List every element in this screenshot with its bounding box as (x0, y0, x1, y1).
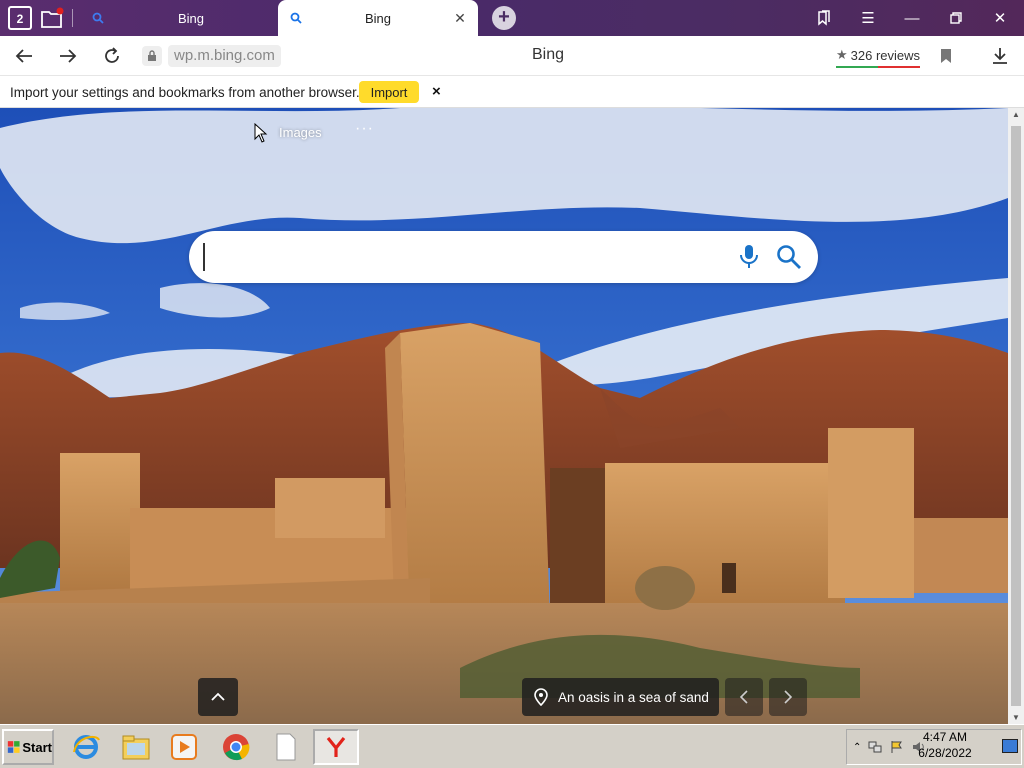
image-caption-text: An oasis in a sea of sand (558, 689, 709, 705)
minimize-icon[interactable]: — (900, 6, 924, 30)
chevron-up-icon (211, 692, 225, 701)
media-player-icon[interactable] (166, 729, 202, 765)
internet-explorer-icon[interactable] (68, 729, 104, 765)
bookmarks-panel-icon[interactable] (812, 6, 836, 30)
chevron-right-icon (784, 690, 793, 704)
close-tab-icon[interactable]: ✕ (452, 10, 468, 26)
arrow-left-icon (15, 49, 32, 63)
search-box[interactable] (189, 231, 818, 283)
more-options-icon[interactable]: ··· (355, 120, 374, 138)
blank-document-icon[interactable] (268, 729, 304, 765)
mouse-cursor-icon (254, 123, 268, 143)
bing-favicon-icon (90, 10, 106, 26)
action-center-flag-icon[interactable] (889, 739, 905, 755)
image-caption-button[interactable]: An oasis in a sea of sand (522, 678, 719, 716)
bing-homepage: Images ··· An oasis in a sea of sand (0, 108, 1008, 724)
start-button[interactable]: Start (2, 729, 54, 765)
chevron-left-icon (739, 690, 748, 704)
home-tabs-icon: 2 (8, 6, 32, 30)
background-photo (0, 108, 1008, 724)
back-button[interactable] (12, 44, 36, 68)
location-pin-icon (534, 688, 548, 706)
tab-count: 2 (16, 12, 24, 26)
downloads-button[interactable] (988, 44, 1012, 68)
address-bar: wp.m.bing.com Bing ★ 326 reviews (0, 36, 1024, 76)
tab-bing-2-active[interactable]: Bing ✕ (278, 0, 478, 36)
yandex-browser-icon[interactable] (313, 729, 359, 765)
url-field[interactable]: wp.m.bing.com (142, 45, 281, 67)
reviews-badge[interactable]: ★ 326 reviews (836, 46, 921, 68)
vertical-scrollbar[interactable]: ▲ ▼ (1008, 108, 1024, 724)
scrollbar-thumb[interactable] (1011, 126, 1021, 706)
download-icon (993, 48, 1007, 64)
show-desktop-icon[interactable] (1002, 739, 1018, 753)
tab-strip: 2 Bing Bing ✕ + ☰ — ✕ (0, 0, 1024, 36)
previous-image-button[interactable] (725, 678, 763, 716)
search-input[interactable] (203, 243, 723, 271)
windows-logo-icon (7, 741, 20, 753)
new-tab-button[interactable]: + (492, 6, 516, 30)
url-text[interactable]: wp.m.bing.com (168, 45, 281, 67)
import-button[interactable]: Import (359, 81, 419, 103)
chrome-icon[interactable] (218, 729, 254, 765)
new-window-button[interactable] (38, 4, 66, 32)
restore-icon[interactable] (944, 6, 968, 30)
bookmark-icon (941, 49, 951, 63)
taskbar: Start ⌃ 4:47 AM 6/28/2022 (0, 724, 1024, 768)
network-icon[interactable] (867, 739, 883, 755)
page-title: Bing (531, 46, 565, 63)
lock-icon[interactable] (142, 46, 162, 66)
scroll-up-button[interactable] (198, 678, 238, 716)
folder-plus-icon (41, 7, 64, 28)
clock-date: 6/28/2022 (918, 746, 972, 760)
tab-title: Bing (364, 10, 392, 26)
file-explorer-icon[interactable] (118, 729, 154, 765)
menu-icon[interactable]: ☰ (856, 6, 880, 30)
tab-counter-button[interactable]: 2 (6, 4, 34, 32)
tab-separator (72, 9, 73, 27)
next-image-button[interactable] (769, 678, 807, 716)
reload-icon (105, 47, 119, 63)
reviews-label: 326 reviews (850, 47, 921, 63)
close-window-icon[interactable]: ✕ (988, 6, 1012, 30)
microphone-icon[interactable] (738, 244, 760, 270)
search-icon[interactable] (776, 244, 802, 270)
close-banner-icon[interactable]: × (432, 83, 441, 100)
clock[interactable]: 4:47 AM 6/28/2022 (918, 729, 972, 761)
bing-favicon-icon (288, 10, 304, 26)
scroll-up-arrow-icon[interactable]: ▲ (1012, 110, 1020, 119)
arrow-right-icon (60, 49, 77, 63)
forward-button[interactable] (56, 44, 80, 68)
reload-button[interactable] (100, 44, 124, 68)
images-link[interactable]: Images (279, 125, 322, 140)
import-banner: Import your settings and bookmarks from … (0, 77, 1024, 108)
clock-time: 4:47 AM (922, 730, 968, 744)
bookmark-button[interactable] (934, 44, 958, 68)
scroll-down-arrow-icon[interactable]: ▼ (1012, 713, 1020, 722)
tray-expand-icon[interactable]: ⌃ (853, 742, 861, 753)
star-icon: ★ (836, 47, 848, 62)
start-label: Start (22, 739, 52, 755)
import-banner-text: Import your settings and bookmarks from … (10, 85, 360, 100)
tab-bing-1[interactable]: Bing (80, 0, 276, 36)
tab-title: Bing (177, 10, 205, 26)
